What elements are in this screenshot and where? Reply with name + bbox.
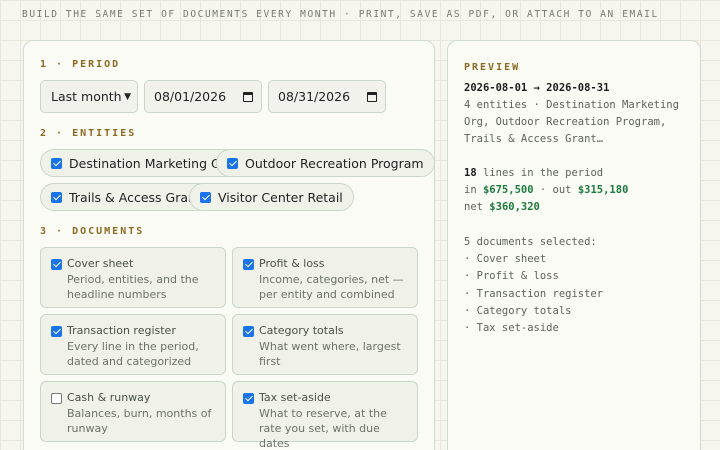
entity-chip[interactable]: Visitor Center Retail <box>189 183 354 211</box>
period-section-title: 1 · PERIOD <box>40 59 121 70</box>
document-card[interactable]: Category totals What went where, largest… <box>232 314 418 375</box>
document-card[interactable]: Cover sheet Period, entities, and the he… <box>40 247 226 308</box>
document-checkbox[interactable] <box>51 259 62 270</box>
lines-text: lines in the period <box>476 167 604 179</box>
document-description: What went where, largest first <box>259 340 401 368</box>
entity-checkbox[interactable] <box>51 157 62 169</box>
document-card[interactable]: Tax set-aside What to reserve, at the ra… <box>232 381 418 450</box>
document-checkbox[interactable] <box>243 259 254 270</box>
preview-panel: PREVIEW 2026-08-01 → 2026-08-31 4 entiti… <box>447 40 701 450</box>
line-count: 18 <box>464 167 477 179</box>
preview-totals: 18 lines in the period in $675,500 · out… <box>464 165 692 217</box>
entities-section-title: 2 · ENTITIES <box>40 128 137 139</box>
date-from-value: 08/01/2026 <box>154 89 227 104</box>
document-description: What to reserve, at the rate you set, wi… <box>259 407 387 450</box>
document-checkbox[interactable] <box>243 393 254 404</box>
document-checkbox[interactable] <box>51 326 62 337</box>
document-title: Category totals <box>259 324 344 337</box>
builder-form: 1 · PERIOD Last month ▼ 08/01/2026 08/31… <box>23 40 435 450</box>
document-description: Every line in the period, dated and cate… <box>67 340 199 368</box>
preview-title: PREVIEW <box>464 62 521 73</box>
document-title: Tax set-aside <box>259 391 331 404</box>
entity-chip[interactable]: Destination Marketing Org <box>40 149 245 177</box>
documents-section-title: 3 · DOCUMENTS <box>40 226 145 237</box>
document-card[interactable]: Profit & loss Income, categories, net — … <box>232 247 418 308</box>
preview-doc-item: · Transaction register <box>464 287 604 300</box>
entity-checkbox[interactable] <box>200 191 211 203</box>
documents-selected-count: 5 documents selected: <box>464 236 597 248</box>
preview-doc-item: · Profit & loss <box>464 270 559 283</box>
entity-label: Visitor Center Retail <box>218 189 343 205</box>
out-label: · out <box>533 184 578 197</box>
preview-doc-item: · Cover sheet <box>464 253 547 266</box>
net-label: net <box>464 201 490 214</box>
entity-checkbox[interactable] <box>51 191 62 203</box>
period-preset-select[interactable]: Last month ▼ <box>40 80 138 113</box>
in-label: in <box>464 184 483 197</box>
date-to-input[interactable]: 08/31/2026 <box>268 80 386 113</box>
page-subtitle: BUILD THE SAME SET OF DOCUMENTS EVERY MO… <box>22 9 659 20</box>
document-description: Balances, burn, months of runway <box>67 407 212 435</box>
document-card[interactable]: Cash & runway Balances, burn, months of … <box>40 381 226 442</box>
entity-chip[interactable]: Outdoor Recreation Program <box>216 149 435 177</box>
period-preset-value: Last month <box>51 89 122 104</box>
preview-date-range: 2026-08-01 → 2026-08-31 <box>464 82 610 94</box>
document-title: Cash & runway <box>67 391 151 404</box>
entity-label: Outdoor Recreation Program <box>245 155 424 171</box>
calendar-icon[interactable] <box>243 91 253 102</box>
entity-checkbox[interactable] <box>227 157 238 169</box>
preview-entities-summary: 4 entities · Destination Marketing Org, … <box>464 99 679 146</box>
net-total: $360,320 <box>489 201 540 214</box>
document-title: Cover sheet <box>67 257 134 270</box>
document-checkbox[interactable] <box>243 326 254 337</box>
calendar-icon[interactable] <box>367 91 377 102</box>
preview-doc-item: · Tax set-aside <box>464 322 559 335</box>
document-description: Income, categories, net — per entity and… <box>259 273 404 301</box>
entity-label: Destination Marketing Org <box>69 155 234 171</box>
income-total: $675,500 <box>482 184 534 197</box>
date-to-value: 08/31/2026 <box>278 89 351 104</box>
preview-documents: 5 documents selected: · Cover sheet · Pr… <box>464 234 692 337</box>
document-title: Profit & loss <box>259 257 325 270</box>
entity-chip[interactable]: Trails & Access Grant <box>40 183 212 211</box>
document-checkbox[interactable] <box>51 393 62 404</box>
date-from-input[interactable]: 08/01/2026 <box>144 80 262 113</box>
document-description: Period, entities, and the headline numbe… <box>67 273 199 301</box>
document-card[interactable]: Transaction register Every line in the p… <box>40 314 226 375</box>
expense-total: $315,180 <box>577 184 629 197</box>
document-title: Transaction register <box>67 324 176 337</box>
entity-label: Trails & Access Grant <box>69 189 201 205</box>
preview-doc-item: · Category totals <box>464 304 572 317</box>
chevron-down-icon: ▼ <box>124 91 131 102</box>
